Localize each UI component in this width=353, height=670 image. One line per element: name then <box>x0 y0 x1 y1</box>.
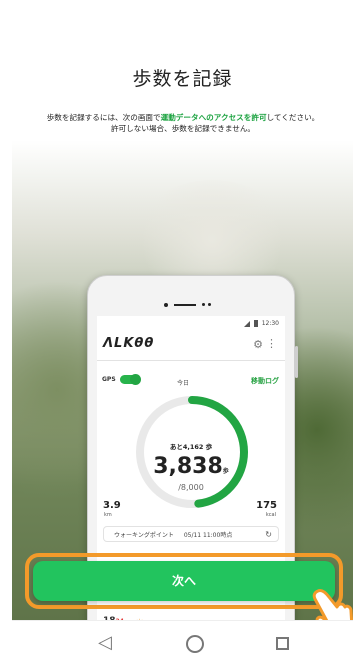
steps-progress-ring <box>136 396 248 508</box>
nav-recent-icon[interactable] <box>276 637 289 650</box>
calories-value: 175 <box>256 500 277 511</box>
left-edge <box>0 0 12 670</box>
steps-count: 3,838歩 <box>153 454 229 479</box>
remaining-steps: あと4,162 歩 <box>169 443 213 451</box>
today-label: 今日 <box>177 380 190 387</box>
points-label: ウォーキングポイント <box>114 531 174 539</box>
refresh-icon: ↻ <box>265 529 272 539</box>
points-time: 05/11 11:00時点 <box>183 531 233 539</box>
distance-value: 3.9 <box>103 500 121 511</box>
nav-home-icon[interactable] <box>186 635 204 653</box>
more-vert-icon: ⋮ <box>266 337 277 350</box>
signal-icon <box>243 320 250 327</box>
battery-icon <box>253 320 258 327</box>
android-nav-bar: ◁ <box>12 620 353 670</box>
page-title: 歩数を記録 <box>132 68 233 90</box>
calories-unit: kcal <box>265 512 276 518</box>
phone-speaker <box>164 303 220 307</box>
gps-label: GPS <box>102 376 116 383</box>
permission-highlight: 運動データへのアクセスを許可 <box>160 113 267 122</box>
header-divider <box>97 360 285 361</box>
walking-points-card: ウォーキングポイント 05/11 11:00時点 ↻ <box>103 526 279 542</box>
app-logo: ΛLKθθ <box>103 336 155 351</box>
gps-toggle-row: GPS <box>102 374 141 385</box>
status-time: 12:30 <box>261 320 279 327</box>
permission-description: 歩数を記録するには、次の画面で運動データへのアクセスを許可してください。 許可し… <box>46 113 320 133</box>
nav-back-icon[interactable]: ◁ <box>98 634 112 652</box>
status-bar: 12:30 <box>243 320 279 327</box>
phone-side-button <box>295 346 298 378</box>
distance-unit: km <box>104 512 112 518</box>
next-button[interactable]: 次へ <box>33 561 335 601</box>
gear-icon: ⚙ <box>253 338 263 351</box>
gps-toggle <box>119 374 141 385</box>
steps-goal: /8,000 <box>178 483 204 492</box>
movement-log-link: 移動ログ <box>251 377 279 385</box>
